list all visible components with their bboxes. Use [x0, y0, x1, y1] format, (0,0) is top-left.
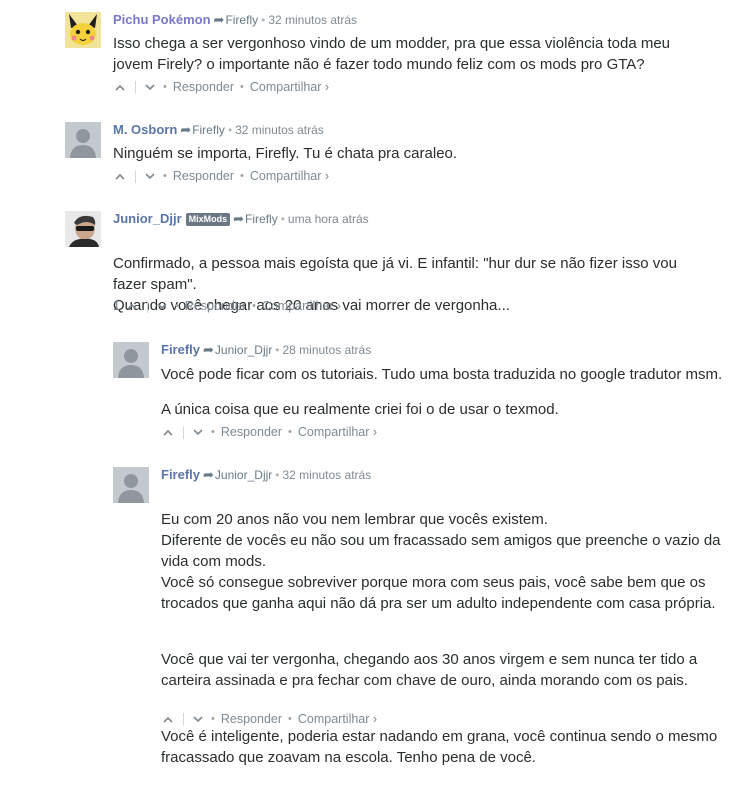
avatar[interactable]: [113, 467, 149, 503]
upvote-count: 1: [113, 299, 120, 313]
share-button[interactable]: Compartilhar ›: [250, 79, 329, 95]
separator-dot: •: [240, 170, 244, 182]
comment-paragraph: A única coisa que eu realmente criei foi…: [161, 401, 559, 418]
avatar[interactable]: [113, 342, 149, 378]
upvote-icon[interactable]: [113, 84, 127, 91]
comment-timestamp[interactable]: 32 minutos atrás: [235, 123, 324, 137]
user-photo-icon: [65, 211, 101, 247]
downvote-icon[interactable]: [155, 302, 169, 310]
reply-target[interactable]: Firefly: [225, 13, 258, 27]
vote-divider: [183, 712, 184, 726]
separator-dot: •: [275, 343, 280, 357]
comment-timestamp[interactable]: 28 minutos atrás: [282, 343, 371, 357]
comment-paragraph: Você é inteligente, poderia estar nadand…: [161, 728, 718, 766]
separator-dot: •: [163, 81, 167, 93]
share-button[interactable]: Compartilhar ›: [298, 711, 377, 727]
reply-target[interactable]: Firefly: [192, 123, 225, 137]
comment-author[interactable]: Pichu Pokémon: [113, 12, 211, 27]
reply-arrow-icon: ➦: [203, 342, 214, 357]
reply-target[interactable]: Junior_Djjr: [215, 468, 272, 482]
pichu-avatar-icon: [65, 12, 101, 48]
separator-dot: •: [288, 426, 292, 438]
reply-arrow-icon: ➦: [203, 467, 214, 482]
reply-target[interactable]: Junior_Djjr: [215, 343, 272, 357]
avatar[interactable]: [65, 122, 101, 158]
downvote-icon[interactable]: [143, 83, 157, 91]
comment-author[interactable]: Firefly: [161, 467, 200, 482]
separator-dot: •: [174, 300, 179, 312]
separator-dot: •: [275, 468, 280, 482]
separator-dot: •: [251, 300, 256, 312]
default-avatar-icon: [113, 342, 149, 378]
comment-author[interactable]: Junior_Djjr: [113, 211, 182, 226]
comment-body: Confirmado, a pessoa mais egoísta que já…: [113, 232, 713, 337]
reply-arrow-icon: ➦: [233, 211, 245, 226]
separator-dot: •: [280, 212, 285, 226]
avatar[interactable]: [65, 211, 101, 247]
share-button[interactable]: Compartilhar ›: [262, 298, 341, 314]
comment-body: Ninguém se importa, Firefly. Tu é chata …: [113, 143, 713, 164]
reply-arrow-icon: ➦: [180, 122, 192, 137]
reply-button[interactable]: Responder: [221, 424, 282, 440]
reply-button[interactable]: Responder: [185, 298, 246, 314]
comment-timestamp[interactable]: uma hora atrás: [288, 212, 369, 226]
vote-divider: [146, 299, 148, 313]
separator-dot: •: [211, 713, 215, 725]
comment-paragraph: Eu com 20 anos não vou nem lembrar que v…: [161, 511, 721, 612]
reply-button[interactable]: Responder: [173, 168, 234, 184]
reply-target[interactable]: Firefly: [245, 212, 278, 226]
comment-paragraph: Você que vai ter vergonha, chegando aos …: [161, 651, 698, 689]
upvote-icon[interactable]: [113, 173, 127, 180]
downvote-icon[interactable]: [191, 428, 205, 436]
reply-button[interactable]: Responder: [221, 711, 282, 727]
separator-dot: •: [261, 13, 266, 27]
downvote-icon[interactable]: [143, 172, 157, 180]
comment-author[interactable]: M. Osborn: [113, 122, 177, 137]
reply-arrow-icon: ➦: [213, 12, 225, 27]
separator-dot: •: [227, 123, 233, 137]
separator-dot: •: [211, 426, 215, 438]
upvote-icon[interactable]: [161, 716, 175, 723]
comment-paragraph: Isso chega a ser vergonhoso vindo de um …: [113, 35, 671, 73]
comment-timestamp[interactable]: 32 minutos atrás: [268, 13, 357, 27]
vote-divider: [183, 425, 184, 439]
avatar[interactable]: [65, 12, 101, 48]
share-button[interactable]: Compartilhar ›: [298, 424, 377, 440]
default-avatar-icon: [113, 467, 149, 503]
comment-body: Você pode ficar com os tutoriais. Tudo u…: [161, 364, 731, 420]
upvote-icon[interactable]: [125, 303, 139, 310]
separator-dot: •: [163, 170, 167, 182]
comment-author[interactable]: Firefly: [161, 342, 200, 357]
vote-divider: [135, 169, 136, 183]
comment-timestamp[interactable]: 32 minutos atrás: [282, 468, 371, 482]
comment-paragraph: Você pode ficar com os tutoriais. Tudo u…: [161, 366, 723, 383]
vote-divider: [135, 80, 136, 94]
downvote-icon[interactable]: [191, 715, 205, 723]
comment-paragraph: Ninguém se importa, Firefly. Tu é chata …: [113, 145, 458, 162]
moderator-badge: MixMods: [185, 213, 231, 226]
upvote-icon[interactable]: [161, 429, 175, 436]
separator-dot: •: [240, 81, 244, 93]
comment-body: Isso chega a ser vergonhoso vindo de um …: [113, 33, 713, 75]
share-button[interactable]: Compartilhar ›: [250, 168, 329, 184]
separator-dot: •: [288, 713, 292, 725]
reply-button[interactable]: Responder: [173, 79, 234, 95]
default-avatar-icon: [65, 122, 101, 158]
